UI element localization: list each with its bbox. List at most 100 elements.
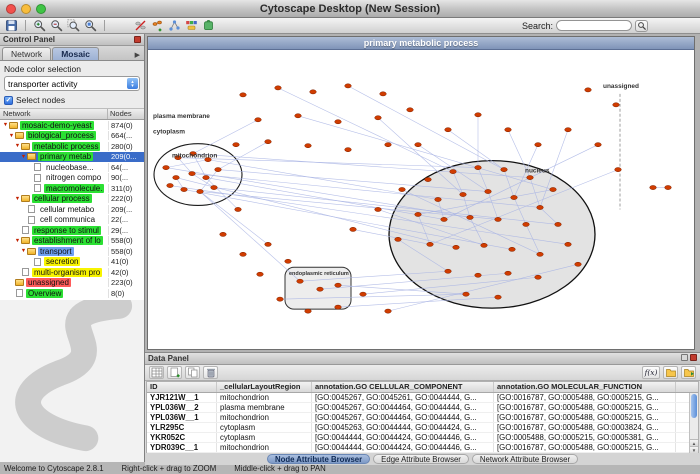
data-panel-close-icon[interactable] <box>690 354 697 361</box>
network-node[interactable] <box>375 207 382 211</box>
expand-triangle-icon[interactable]: ▼ <box>20 248 27 254</box>
network-node[interactable] <box>305 144 312 148</box>
search-go-button[interactable] <box>635 20 648 32</box>
copy-attribute-icon[interactable] <box>185 366 200 379</box>
function-builder-button[interactable]: f(x) <box>642 366 660 379</box>
tree-item-primary-metab[interactable]: ▼primary metab209(0... <box>0 152 144 163</box>
network-node[interactable] <box>509 247 516 251</box>
tab-overflow-arrow-icon[interactable] <box>133 51 142 60</box>
plugin-manager-icon[interactable] <box>201 19 216 32</box>
network-node[interactable] <box>467 215 474 219</box>
tree-item-unassigned[interactable]: unassigned223(0) <box>0 278 144 289</box>
network-node[interactable] <box>255 118 262 122</box>
tree-item-response-to-stimul[interactable]: response to stimul29(... <box>0 225 144 236</box>
network-node[interactable] <box>163 166 170 170</box>
network-node[interactable] <box>535 143 542 147</box>
network-node[interactable] <box>335 120 342 124</box>
network-node[interactable] <box>265 242 272 246</box>
table-row-ylr295c[interactable]: YLR295Ccytoplasm[GO:0045263, GO:0044444,… <box>147 423 698 433</box>
network-node[interactable] <box>189 171 196 175</box>
network-node[interactable] <box>475 273 482 277</box>
network-node[interactable] <box>450 170 457 174</box>
expand-triangle-icon[interactable]: ▼ <box>2 122 9 128</box>
network-node[interactable] <box>395 237 402 241</box>
tree-column-nodes[interactable]: Nodes <box>108 109 144 119</box>
network-node[interactable] <box>181 187 188 191</box>
network-node[interactable] <box>495 295 502 299</box>
tree-column-network[interactable]: Network <box>0 109 108 119</box>
network-node[interactable] <box>481 243 488 247</box>
expand-triangle-icon[interactable]: ▼ <box>14 196 21 202</box>
zoom-out-icon[interactable] <box>49 19 64 32</box>
network-node[interactable] <box>537 205 544 209</box>
import-attributes-icon[interactable] <box>663 366 678 379</box>
tree-item-establishment-of-lo[interactable]: ▼establishment of lo558(0) <box>0 236 144 247</box>
table-row-ypl036w-1[interactable]: YPL036W__1mitochondrion[GO:0045267, GO:0… <box>147 413 698 423</box>
network-node[interactable] <box>275 86 282 90</box>
network-node[interactable] <box>235 207 242 211</box>
region-nucleus[interactable] <box>389 161 595 309</box>
node-color-dropdown[interactable]: transporter activity <box>4 76 140 91</box>
table-row-ykr052c[interactable]: YKR052Ccytoplasm[GO:0044444, GO:0044424,… <box>147 433 698 443</box>
tab-node-attribute-browser[interactable]: Node Attribute Browser <box>267 454 370 464</box>
network-node[interactable] <box>550 187 557 191</box>
tree-item-cellular-metabo[interactable]: cellular metabo209(... <box>0 204 144 215</box>
network-node[interactable] <box>415 212 422 216</box>
network-node[interactable] <box>173 175 180 179</box>
network-node[interactable] <box>485 189 492 193</box>
network-node[interactable] <box>203 175 210 179</box>
network-canvas[interactable]: plasma membranecytoplasmmitochondrionnuc… <box>148 50 694 349</box>
window-minimize-button[interactable] <box>21 4 31 14</box>
network-node[interactable] <box>240 93 247 97</box>
network-node[interactable] <box>511 195 518 199</box>
network-node[interactable] <box>385 143 392 147</box>
tab-network[interactable]: Network <box>2 47 51 60</box>
network-node[interactable] <box>335 283 342 287</box>
network-node[interactable] <box>310 90 317 94</box>
network-node[interactable] <box>460 192 467 196</box>
select-nodes-checkbox[interactable] <box>4 96 13 105</box>
network-node[interactable] <box>445 128 452 132</box>
tree-item-nitrogen-compo[interactable]: nitrogen compo90(... <box>0 173 144 184</box>
expand-triangle-icon[interactable]: ▼ <box>14 143 21 149</box>
tree-item-multi-organism-pro[interactable]: multi-organism pro42(0) <box>0 267 144 278</box>
control-panel-close-icon[interactable] <box>134 36 141 43</box>
scroll-up-icon[interactable]: ▲ <box>690 439 698 446</box>
network-node[interactable] <box>475 166 482 170</box>
zoom-selected-region-icon[interactable] <box>66 19 81 32</box>
zoom-in-icon[interactable] <box>32 19 47 32</box>
network-node[interactable] <box>505 128 512 132</box>
table-row-yjr121w-1[interactable]: YJR121W__1mitochondrion[GO:0045267, GO:0… <box>147 393 698 403</box>
data-panel-float-icon[interactable] <box>681 354 688 361</box>
network-node[interactable] <box>495 217 502 221</box>
tree-item-overview[interactable]: Overview8(0) <box>0 288 144 299</box>
network-node[interactable] <box>380 92 387 96</box>
delete-attribute-icon[interactable] <box>203 366 218 379</box>
select-attributes-icon[interactable] <box>149 366 164 379</box>
tree-item-mosaic-demo-yeast[interactable]: ▼mosaic-demo-yeast874(0) <box>0 120 144 131</box>
network-node[interactable] <box>575 262 582 266</box>
network-node[interactable] <box>233 143 240 147</box>
column-header-annotation-go-molecular-function[interactable]: annotation.GO MOLECULAR_FUNCTION <box>494 382 676 392</box>
network-node[interactable] <box>375 116 382 120</box>
network-node[interactable] <box>595 143 602 147</box>
column-header-annotation-go-cellular-component[interactable]: annotation.GO CELLULAR_COMPONENT <box>312 382 494 392</box>
tree-item-cellular-process[interactable]: ▼cellular process222(0) <box>0 194 144 205</box>
search-input[interactable] <box>556 20 632 31</box>
network-node[interactable] <box>585 88 592 92</box>
network-node[interactable] <box>427 242 434 246</box>
network-view-title[interactable]: primary metabolic process <box>148 37 694 50</box>
network-node[interactable] <box>385 309 392 313</box>
network-node[interactable] <box>445 269 452 273</box>
column-header-id[interactable]: ID <box>147 382 217 392</box>
tree-item-metabolic-process[interactable]: ▼metabolic process280(0) <box>0 141 144 152</box>
network-node[interactable] <box>475 113 482 117</box>
scroll-down-icon[interactable]: ▼ <box>690 446 698 453</box>
tree-item-cell-communica[interactable]: cell communica22(... <box>0 215 144 226</box>
tree-item-secretion[interactable]: secretion41(0) <box>0 257 144 268</box>
network-node[interactable] <box>345 148 352 152</box>
network-node[interactable] <box>537 252 544 256</box>
network-node[interactable] <box>305 309 312 313</box>
network-node[interactable] <box>265 140 272 144</box>
network-node[interactable] <box>535 275 542 279</box>
